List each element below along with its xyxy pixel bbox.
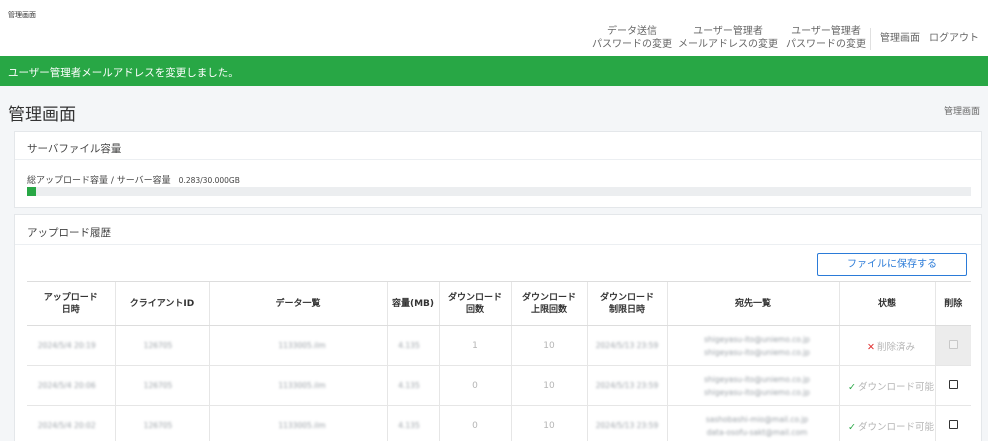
save-to-file-button[interactable]: ファイルに保存する xyxy=(817,253,967,276)
nav-item-line2: パスワードの変更 xyxy=(786,39,866,50)
nav-admin-password-change[interactable]: ユーザー管理者 パスワードの変更 xyxy=(786,25,866,51)
cell-download-count: 1 xyxy=(438,325,511,366)
column-header-download-count[interactable]: ダウンロード 回数 xyxy=(438,281,511,326)
upload-history-table: アップロード 日時 クライアントID データ一覧 容量(MB) ダウンロード 回数 … xyxy=(27,281,971,441)
cell-data[interactable]: 1133005.ilm xyxy=(208,325,387,366)
column-header-download-deadline[interactable]: ダウンロード 制限日時 xyxy=(586,281,667,326)
cell-download-limit: 10 xyxy=(510,365,587,406)
cell-client-id: 126705 xyxy=(114,365,209,406)
cell-data[interactable]: 1133005.ilm xyxy=(208,405,387,441)
column-header-delete: 削除 xyxy=(934,281,971,326)
nav-item-line2: メールアドレスの変更 xyxy=(678,39,778,50)
table-header-row: アップロード 日時 クライアントID データ一覧 容量(MB) ダウンロード 回数 … xyxy=(27,281,971,326)
cell-status: ✓ ダウンロード可能 xyxy=(838,405,935,441)
cell-download-count: 0 xyxy=(438,365,511,406)
upload-history-title: アップロード履歴 xyxy=(15,215,981,245)
header-nav: データ送信 パスワードの変更 ユーザー管理者 メールアドレスの変更 ユーザー管理… xyxy=(0,22,988,56)
nav-admin-screen[interactable]: 管理画面 xyxy=(876,32,924,45)
cell-download-count: 0 xyxy=(438,405,511,441)
capacity-progress-bar xyxy=(27,187,971,196)
capacity-card: サーバファイル容量 総アップロード容量 / サーバー容量 0.283/30.000… xyxy=(14,131,982,208)
cell-size: 4.135 xyxy=(386,325,439,366)
column-header-datetime[interactable]: アップロード 日時 xyxy=(27,281,115,326)
delete-checkbox[interactable] xyxy=(948,379,958,389)
column-header-client-id[interactable]: クライアントID xyxy=(114,281,209,326)
status-text: ダウンロード可能 xyxy=(857,421,934,433)
column-header-recipients[interactable]: 宛先一覧 xyxy=(666,281,839,326)
cell-status: ✓ ダウンロード可能 xyxy=(838,365,935,406)
cell-recipients: sashobashi-mio@mail.co.jp data-osofu-sakt… xyxy=(666,405,839,441)
cell-size: 4.135 xyxy=(386,365,439,406)
upload-history-card: アップロード履歴 ファイルに保存する アップロード 日時 クライアントID データ… xyxy=(14,214,982,441)
success-alert: ユーザー管理者メールアドレスを変更しました。 xyxy=(0,56,988,86)
nav-item-line1: データ送信 xyxy=(607,26,657,37)
column-header-download-limit[interactable]: ダウンロード 上限回数 xyxy=(510,281,587,326)
cell-client-id: 126705 xyxy=(114,325,209,366)
capacity-card-title: サーバファイル容量 xyxy=(15,132,981,160)
cell-deadline: 2024/5/13 23:59 xyxy=(586,365,667,406)
cell-recipients: shigeyasu-ito@uniemo.co.jp shigeyasu-ito@… xyxy=(666,325,839,366)
cell-download-limit: 10 xyxy=(510,405,587,441)
cell-download-limit: 10 xyxy=(510,325,587,366)
cell-recipients: shigeyasu-ito@uniemo.co.jp shigeyasu-ito@… xyxy=(666,365,839,406)
nav-admin-email-change[interactable]: ユーザー管理者 メールアドレスの変更 xyxy=(678,25,778,51)
capacity-progress-fill xyxy=(27,187,36,196)
status-text: 削除済み xyxy=(876,341,915,353)
nav-item-line1: ユーザー管理者 xyxy=(693,26,763,37)
column-header-status[interactable]: 状態 xyxy=(838,281,935,326)
delete-checkbox[interactable] xyxy=(948,419,958,429)
check-mark-icon: ✓ xyxy=(848,381,856,393)
nav-item-line1: ユーザー管理者 xyxy=(791,26,861,37)
cell-delete xyxy=(934,325,971,366)
table-row: 2024/5/4 20:06 126705 1133005.ilm 4.135 … xyxy=(27,365,971,406)
breadcrumb[interactable]: 管理画面 xyxy=(944,104,980,117)
capacity-label: 総アップロード容量 / サーバー容量 0.283/30.000GB xyxy=(27,173,240,186)
capacity-label-text: 総アップロード容量 / サーバー容量 xyxy=(27,176,171,186)
delete-checkbox xyxy=(948,339,958,349)
cell-datetime: 2024/5/4 20:02 xyxy=(27,405,115,441)
cell-delete xyxy=(934,405,971,441)
cell-datetime: 2024/5/4 20:06 xyxy=(27,365,115,406)
nav-data-password-change[interactable]: データ送信 パスワードの変更 xyxy=(590,25,674,51)
cell-delete xyxy=(934,365,971,406)
cell-status: ✕ 削除済み xyxy=(838,325,935,366)
nav-logout[interactable]: ログアウト xyxy=(928,32,980,45)
page-title: 管理画面 xyxy=(8,105,76,125)
capacity-value: 0.283/30.000GB xyxy=(178,176,240,185)
table-row: 2024/5/4 20:02 126705 1133005.ilm 4.135 … xyxy=(27,405,971,441)
cell-client-id: 126705 xyxy=(114,405,209,441)
status-text: ダウンロード可能 xyxy=(857,381,934,393)
check-mark-icon: ✓ xyxy=(848,421,856,433)
x-mark-icon: ✕ xyxy=(867,341,875,353)
table-row: 2024/5/4 20:19 126705 1133005.ilm 4.135 … xyxy=(27,325,971,366)
window-title: 管理画面 xyxy=(0,0,988,22)
nav-divider xyxy=(870,28,871,50)
cell-datetime: 2024/5/4 20:19 xyxy=(27,325,115,366)
cell-data[interactable]: 1133005.ilm xyxy=(208,365,387,406)
nav-item-line2: パスワードの変更 xyxy=(592,39,672,50)
cell-deadline: 2024/5/13 23:59 xyxy=(586,325,667,366)
cell-deadline: 2024/5/13 23:59 xyxy=(586,405,667,441)
cell-size: 4.135 xyxy=(386,405,439,441)
column-header-data-list[interactable]: データ一覧 xyxy=(208,281,387,326)
column-header-size[interactable]: 容量(MB) xyxy=(386,281,439,326)
